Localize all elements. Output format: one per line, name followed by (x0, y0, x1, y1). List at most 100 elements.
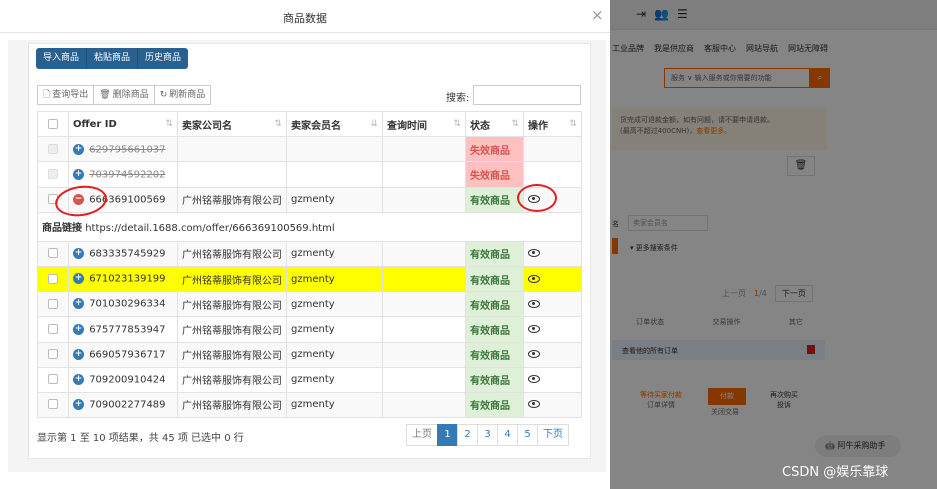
expand-icon[interactable]: + (73, 298, 84, 310)
eye-icon[interactable] (528, 274, 540, 283)
sort-icon[interactable]: ⇅ (274, 119, 282, 129)
table-row[interactable]: − 666369100569 广州铭蒂服饰有限公司 gzmenty 有效商品 (37, 186, 582, 213)
import-products-button[interactable]: 导入商品 (36, 48, 88, 69)
actions-cell (523, 240, 582, 267)
row-checkbox-cell[interactable] (37, 316, 69, 343)
eye-icon[interactable] (528, 324, 540, 333)
history-products-button[interactable]: 历史商品 (138, 48, 189, 69)
sort-icon[interactable]: ⇅ (165, 119, 173, 129)
sort-desc-icon[interactable]: ⇊ (370, 119, 378, 129)
offer-id: 629795661037 (89, 144, 166, 156)
page-button[interactable]: 5 (517, 424, 538, 446)
row-checkbox[interactable] (48, 248, 58, 259)
status-badge: 有效商品 (465, 316, 524, 343)
col-status[interactable]: 状态 ⇅ (465, 110, 524, 138)
table-row[interactable]: + 709200910424 广州铭蒂服饰有限公司 gzmenty 有效商品 (37, 366, 582, 393)
col-offer-id[interactable]: Offer ID ⇅ (68, 110, 178, 138)
expand-icon[interactable]: + (73, 273, 84, 285)
table-row[interactable]: + 669057936717 广州铭蒂服饰有限公司 gzmenty 有效商品 (37, 341, 582, 368)
offer-id-cell: + 669057936717 (68, 341, 178, 368)
prev-page-button[interactable]: 上页 (406, 424, 438, 446)
expand-icon[interactable]: + (73, 399, 84, 411)
status-badge: 有效商品 (465, 366, 524, 393)
col-query-time[interactable]: 查询时间 ⇅ (382, 110, 466, 138)
row-checkbox-cell[interactable] (37, 391, 69, 419)
sort-icon[interactable]: ⇅ (511, 119, 519, 129)
expand-icon[interactable]: + (73, 323, 84, 335)
delete-products-button[interactable]: 🗑 删除商品 (93, 85, 155, 105)
eye-icon[interactable] (528, 299, 540, 308)
eye-icon[interactable] (528, 375, 540, 384)
col-company[interactable]: 卖家公司名 ⇅ (177, 110, 287, 138)
row-checkbox (48, 143, 58, 154)
refresh-icon: ↻ (159, 90, 168, 100)
table-row[interactable]: + 703974592202 失效商品 (37, 161, 582, 188)
row-checkbox-cell[interactable] (37, 240, 69, 267)
member-cell: gzmenty (286, 240, 383, 267)
col-member[interactable]: 卖家会员名 ⇊ (286, 110, 383, 138)
actions-cell (523, 366, 582, 393)
table-row[interactable]: + 701030296334 广州铭蒂服饰有限公司 gzmenty 有效商品 (37, 291, 582, 318)
paste-products-button[interactable]: 粘贴商品 (87, 48, 139, 69)
company-cell: 广州铭蒂服饰有限公司 (177, 186, 287, 213)
table-row[interactable]: + 671023139199 广州铭蒂服饰有限公司 gzmenty 有效商品 (37, 265, 582, 293)
expand-icon[interactable]: + (73, 248, 84, 260)
offer-id-cell: + 709002277489 (68, 391, 178, 419)
row-checkbox-cell[interactable] (37, 341, 69, 368)
expand-icon[interactable]: + (73, 168, 84, 180)
row-checkbox[interactable] (48, 374, 58, 385)
table-header-row: Offer ID ⇅ 卖家公司名 ⇅ 卖家会员名 ⇊ 查询时间 ⇅ 状态 ⇅ 操作 ⇅ (37, 110, 582, 138)
eye-icon[interactable] (528, 350, 540, 359)
search-input[interactable] (473, 85, 581, 105)
sort-icon[interactable]: ⇅ (569, 119, 577, 129)
export-query-label: 查询导出 (52, 90, 89, 100)
row-checkbox[interactable] (48, 399, 58, 410)
member-cell: gzmenty (286, 316, 383, 343)
time-cell (382, 391, 466, 419)
select-all-checkbox[interactable] (48, 118, 58, 129)
expand-icon[interactable]: + (73, 348, 84, 360)
offer-id-cell: + 629795661037 (68, 136, 178, 163)
table-row[interactable]: + 629795661037 失效商品 (37, 136, 582, 163)
row-checkbox[interactable] (48, 323, 58, 334)
page-button[interactable]: 3 (477, 424, 498, 446)
row-checkbox-cell[interactable] (37, 136, 69, 163)
offer-id: 703974592202 (89, 169, 166, 181)
detail-url[interactable]: https://detail.1688.com/offer/6663691005… (85, 223, 334, 234)
annotation-circle (517, 184, 557, 212)
table-row[interactable]: + 683335745929 广州铭蒂服饰有限公司 gzmenty 有效商品 (37, 240, 582, 267)
time-cell (382, 316, 466, 343)
col-label: 查询时间 (387, 120, 427, 132)
page-button[interactable]: 2 (457, 424, 478, 446)
next-page-button[interactable]: 下页 (537, 424, 569, 446)
row-checkbox-cell[interactable] (37, 291, 69, 318)
table-row[interactable]: + 709002277489 广州铭蒂服饰有限公司 gzmenty 有效商品 (37, 391, 582, 419)
close-icon[interactable]: × (591, 8, 604, 23)
time-cell (382, 291, 466, 318)
eye-icon[interactable] (528, 249, 540, 258)
import-button-group: 导入商品 粘贴商品 历史商品 (36, 48, 189, 69)
table-toolbar: 🗋 查询导出 🗑 删除商品 ↻ 刷新商品 (37, 85, 212, 105)
sort-icon[interactable]: ⇅ (453, 119, 461, 129)
row-checkbox[interactable] (48, 273, 58, 284)
expand-icon[interactable]: + (73, 143, 84, 155)
time-cell (382, 341, 466, 368)
row-checkbox-cell[interactable] (37, 161, 69, 188)
expand-icon[interactable]: + (73, 374, 84, 386)
table-row[interactable]: + 675777853947 广州铭蒂服饰有限公司 gzmenty 有效商品 (37, 316, 582, 343)
export-query-button[interactable]: 🗋 查询导出 (37, 85, 95, 105)
col-actions[interactable]: 操作 ⇅ (523, 110, 582, 138)
select-all-checkbox-cell[interactable] (37, 110, 69, 138)
row-checkbox-cell[interactable] (37, 265, 69, 293)
eye-icon[interactable] (528, 400, 540, 409)
offer-id: 709200910424 (89, 374, 166, 386)
row-checkbox[interactable] (48, 349, 58, 360)
page-button[interactable]: 1 (437, 424, 458, 446)
search-label: 搜索: (446, 93, 470, 104)
actions-cell (523, 341, 582, 368)
row-checkbox[interactable] (48, 298, 58, 309)
refresh-products-button[interactable]: ↻ 刷新商品 (153, 85, 212, 105)
member-cell (286, 161, 383, 188)
page-button[interactable]: 4 (497, 424, 518, 446)
row-checkbox-cell[interactable] (37, 366, 69, 393)
